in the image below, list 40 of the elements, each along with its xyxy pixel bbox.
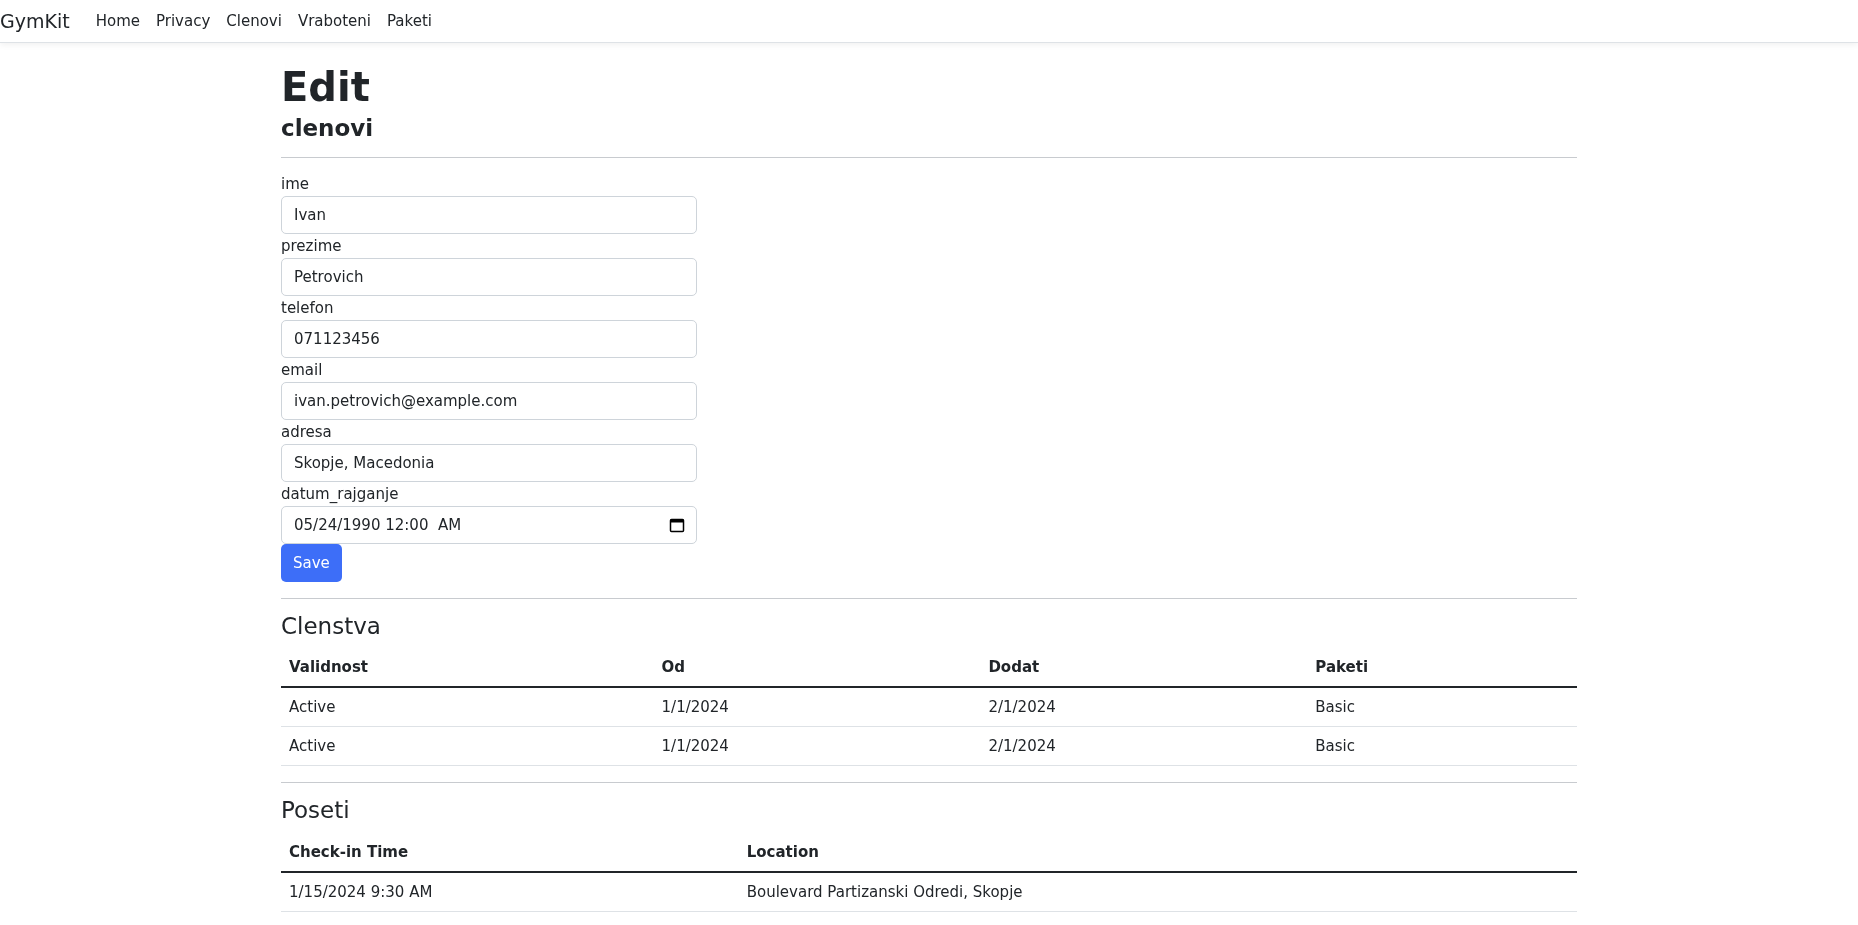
field-label: ime [281,173,310,195]
field-label: telefon [281,297,335,319]
column-header: Paketi [1307,648,1577,688]
table-cell: 2/1/2024 [980,687,1308,727]
table-cell: Basic [1307,726,1577,766]
nav-link[interactable]: Privacy [147,12,219,30]
column-header: Validnost [281,648,654,688]
calendar-icon[interactable] [669,516,685,533]
page-subtitle: clenovi [281,115,375,143]
table-cell: Active [281,687,654,727]
nav-link[interactable]: Vraboteni [289,12,379,30]
nav-link[interactable]: Paketi [379,12,440,30]
table-cell: Active [281,726,654,766]
field-label: email [281,359,324,381]
column-header: Location [738,832,1577,872]
column-header: Check-in Time [281,832,739,872]
input-field[interactable]: Skopje, Macedonia [281,443,697,482]
input-field[interactable]: 071123456 [281,319,697,358]
table-cell: 1/1/2024 [653,687,981,727]
section-title: Poseti [281,797,351,825]
nav-link[interactable]: Home [87,12,148,30]
field-label: datum_rajganje [281,483,400,505]
input-field[interactable]: Ivan [281,195,697,234]
field-label: prezime [281,235,343,257]
column-header: Od [653,648,981,688]
field-label: adresa [281,421,333,443]
brand-link[interactable]: GymKit [0,10,70,32]
input-field[interactable]: Petrovich [281,257,697,296]
table-cell: 1/1/2024 [653,726,981,766]
save-button[interactable]: Save [281,543,342,582]
table-cell: 2/1/2024 [980,726,1308,766]
input-field[interactable]: ivan.petrovich@example.com [281,381,697,420]
column-header: Dodat [980,648,1308,688]
page-title: Edit [281,63,371,111]
table-cell: Basic [1307,687,1577,727]
section-title: Clenstva [281,612,382,641]
date-field[interactable]: 05/24/1990 12:00 AM [281,505,697,544]
nav-link[interactable]: Clenovi [218,12,290,30]
table-cell: Boulevard Partizanski Odredi, Skopje [738,871,1577,912]
table-cell: 1/15/2024 9:30 AM [281,871,739,912]
